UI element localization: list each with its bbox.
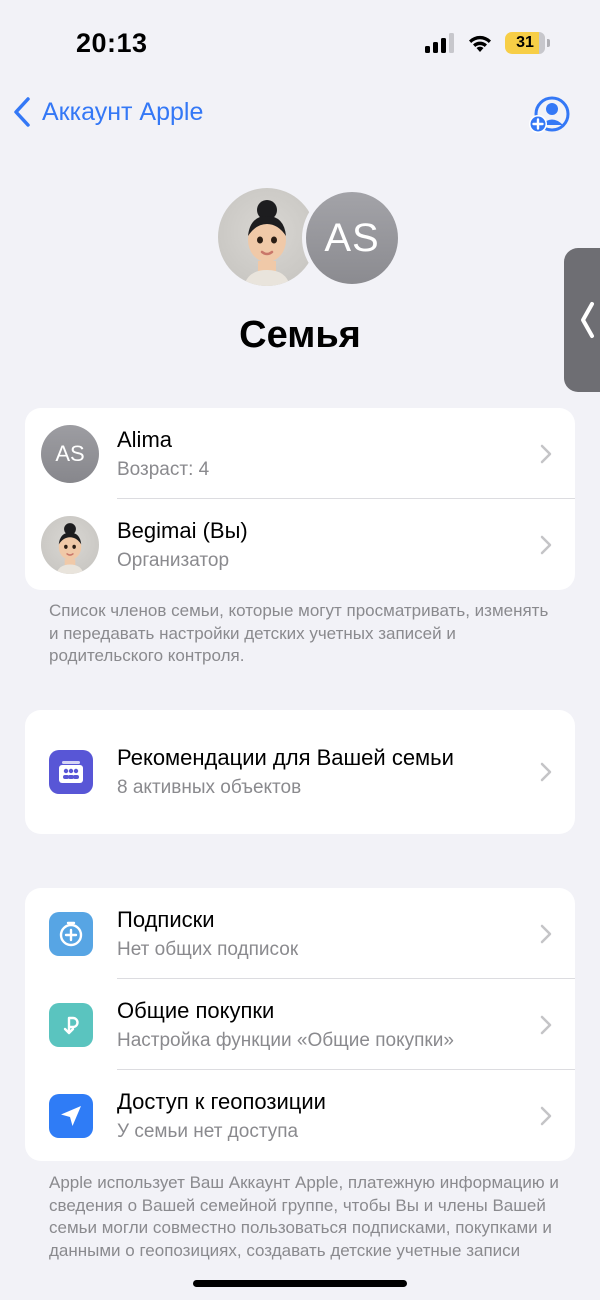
side-panel-handle[interactable] bbox=[564, 248, 600, 392]
recommendations-card: Рекомендации для Вашей семьи 8 активных … bbox=[25, 710, 575, 834]
purchase-sharing-row[interactable]: Общие покупки Настройка функции «Общие п… bbox=[25, 979, 575, 1070]
recommendations-title: Рекомендации для Вашей семьи bbox=[117, 745, 454, 771]
chevron-right-icon bbox=[540, 535, 552, 554]
home-indicator[interactable] bbox=[193, 1280, 407, 1287]
subscriptions-row[interactable]: Подписки Нет общих подписок bbox=[25, 888, 575, 979]
family-members-card: AS Alima Возраст: 4 Begimai (Вы) Организ… bbox=[25, 408, 575, 590]
wifi-icon bbox=[469, 35, 491, 52]
purchase-sharing-title: Общие покупки bbox=[117, 997, 275, 1023]
features-footnote: Apple использует Ваш Аккаунт Apple, плат… bbox=[49, 1173, 559, 1260]
location-sharing-subtitle: У семьи нет доступа bbox=[117, 1120, 299, 1142]
status-indicators: 31 bbox=[425, 32, 550, 54]
battery-cap bbox=[547, 39, 550, 47]
battery-indicator: 31 bbox=[505, 32, 545, 54]
location-arrow-icon bbox=[49, 1093, 93, 1138]
subscriptions-subtitle: Нет общих подписок bbox=[117, 938, 299, 960]
chevron-right-icon bbox=[540, 762, 552, 782]
purchase-sharing-icon bbox=[49, 1002, 93, 1047]
members-footnote: Список членов семьи, которые могут просм… bbox=[49, 601, 549, 666]
family-features-card: Подписки Нет общих подписок Общие покупк… bbox=[25, 888, 575, 1161]
family-recommendations-icon bbox=[49, 750, 93, 794]
chevron-right-icon bbox=[540, 444, 552, 463]
purchase-sharing-subtitle: Настройка функции «Общие покупки» bbox=[117, 1029, 454, 1051]
navigation-bar: Аккаунт Apple bbox=[0, 92, 600, 142]
location-sharing-title: Доступ к геопозиции bbox=[117, 1088, 326, 1114]
member-memoji-avatar bbox=[41, 515, 99, 574]
status-bar: 20:13 31 bbox=[0, 0, 600, 90]
member-initials-avatar: AS bbox=[302, 188, 402, 288]
chevron-left-icon bbox=[581, 302, 594, 338]
member-row[interactable]: Begimai (Вы) Организатор bbox=[25, 499, 575, 590]
subscriptions-icon bbox=[49, 911, 93, 956]
subscriptions-title: Подписки bbox=[117, 906, 215, 932]
chevron-right-icon bbox=[540, 924, 552, 943]
cellular-signal-icon bbox=[425, 33, 454, 53]
location-sharing-row[interactable]: Доступ к геопозиции У семьи нет доступа bbox=[25, 1070, 575, 1161]
chevron-right-icon bbox=[540, 1106, 552, 1125]
add-family-member-icon[interactable] bbox=[528, 94, 570, 136]
recommendations-row[interactable]: Рекомендации для Вашей семьи 8 активных … bbox=[25, 710, 575, 834]
member-avatar: AS bbox=[41, 424, 99, 483]
member-role: Возраст: 4 bbox=[117, 458, 210, 480]
page-title: Семья bbox=[239, 314, 361, 356]
back-button[interactable]: Аккаунт Apple bbox=[12, 96, 203, 128]
chevron-right-icon bbox=[540, 1015, 552, 1034]
member-row[interactable]: AS Alima Возраст: 4 bbox=[25, 408, 575, 499]
member-name: Begimai (Вы) bbox=[117, 517, 248, 543]
family-avatars: AS bbox=[218, 188, 402, 288]
battery-level: 31 bbox=[516, 34, 534, 51]
family-settings-screen: 20:13 31 Аккаунт Apple AS Семья AS Alima… bbox=[0, 0, 600, 1300]
member-name: Alima bbox=[117, 426, 173, 452]
status-time: 20:13 bbox=[76, 28, 148, 58]
back-button-label: Аккаунт Apple bbox=[42, 97, 204, 126]
recommendations-subtitle: 8 активных объектов bbox=[117, 777, 302, 799]
chevron-left-icon bbox=[14, 97, 30, 127]
member-role: Организатор bbox=[117, 549, 230, 571]
